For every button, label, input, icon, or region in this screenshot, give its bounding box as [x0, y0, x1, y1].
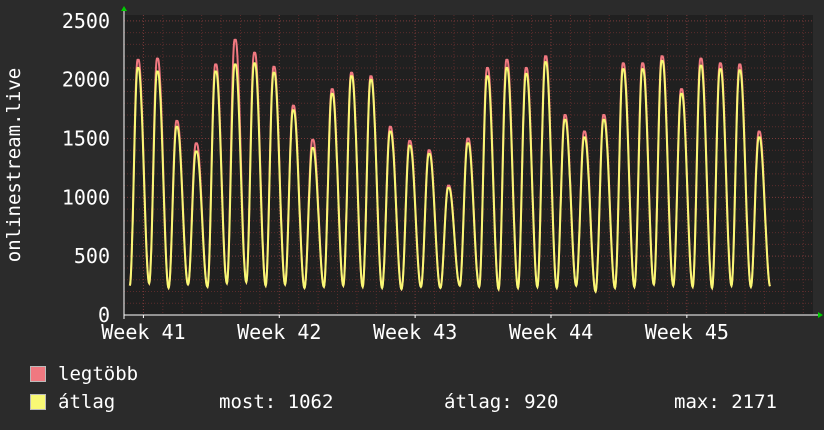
- y-tick-label: 500: [74, 244, 110, 268]
- legend-item-avg: átlag most: 1062 átlag: 920 max: 2171: [30, 391, 810, 413]
- legend-swatch-max: [30, 366, 46, 382]
- y-axis-title: onlinestream.live: [3, 68, 25, 262]
- stat-average: átlag: 920: [444, 391, 559, 413]
- x-tick-label: Week 44: [509, 320, 593, 344]
- legend-swatch-avg: [30, 394, 46, 410]
- legend-label-max: legtöbb: [58, 363, 139, 385]
- x-axis-arrow: [818, 312, 823, 318]
- x-tick-label: Week 42: [237, 320, 321, 344]
- x-tick-label: Week 43: [373, 320, 457, 344]
- y-tick-label: 2500: [62, 9, 110, 33]
- y-tick-label: 1500: [62, 127, 110, 151]
- stat-maximum: max: 2171: [674, 391, 777, 413]
- x-tick-label: Week 45: [645, 320, 729, 344]
- legend-label-avg: átlag: [58, 391, 116, 413]
- y-tick-label: 2000: [62, 68, 110, 92]
- stat-current: most: 1062: [219, 391, 334, 413]
- y-tick-label: 1000: [62, 185, 110, 209]
- y-axis-arrow: [121, 6, 127, 11]
- x-tick-label: Week 41: [101, 320, 185, 344]
